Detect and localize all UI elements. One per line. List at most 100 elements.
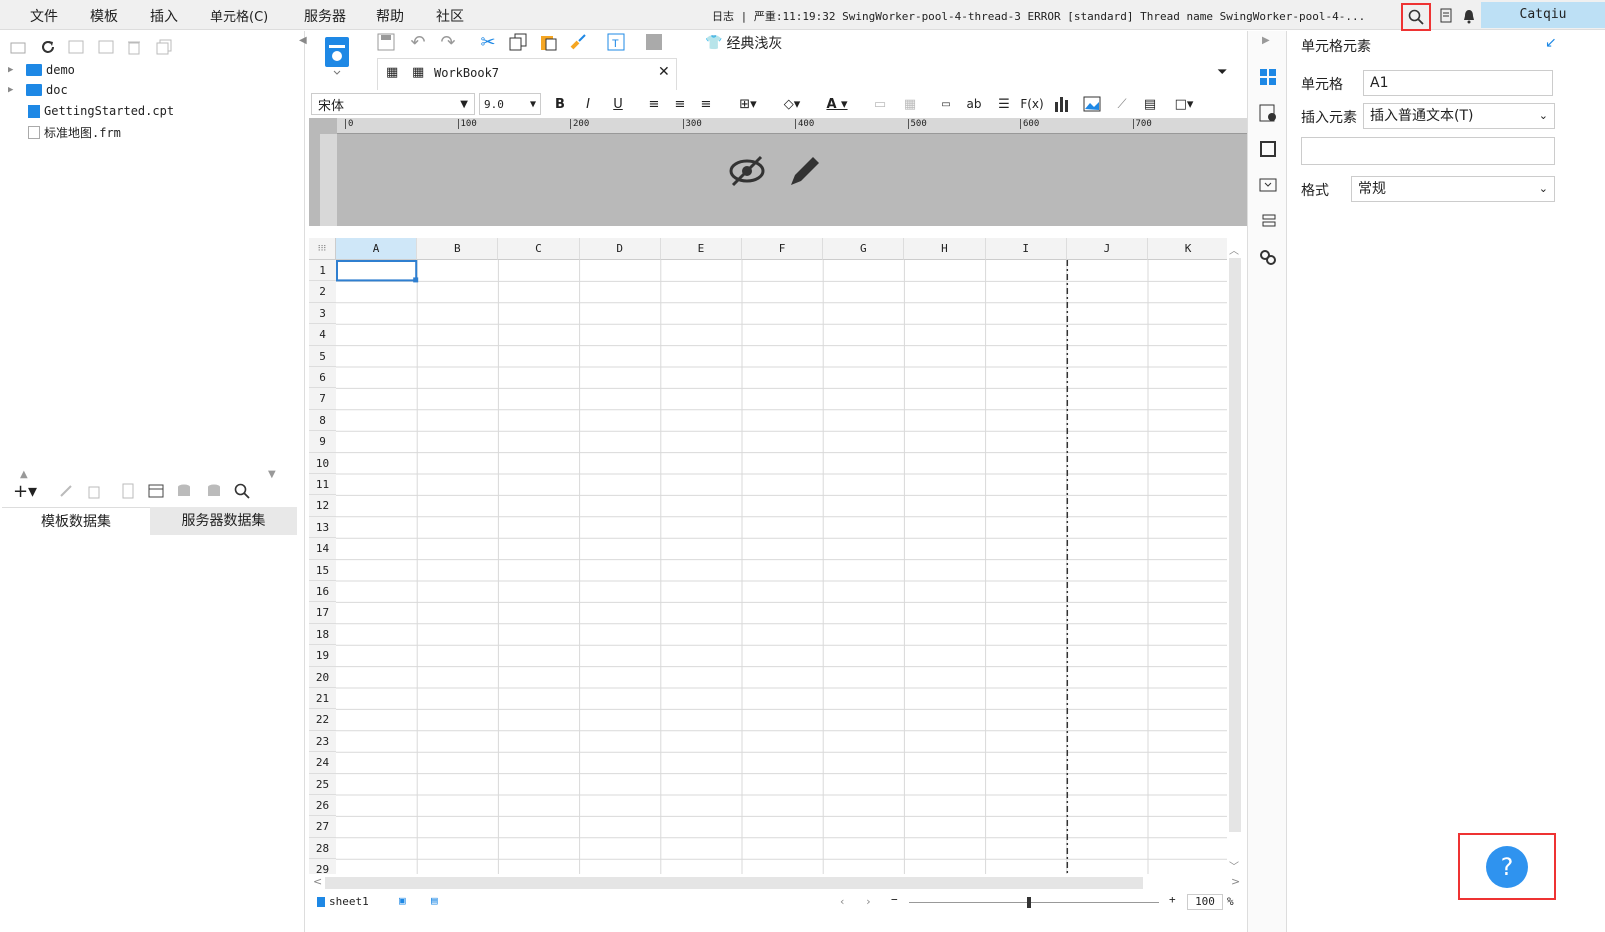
column-header-G[interactable]: G <box>823 238 905 260</box>
template-preview-button[interactable] <box>323 35 351 75</box>
chart-button[interactable] <box>1051 93 1073 115</box>
format-painter-button[interactable] <box>567 31 589 53</box>
cut-button[interactable]: ✂ <box>477 31 499 53</box>
search-button[interactable] <box>1401 3 1431 31</box>
undo-button[interactable]: ↶ <box>407 31 429 53</box>
insert-text-button[interactable]: T <box>605 31 627 53</box>
row-header-27[interactable]: 27 <box>309 816 336 838</box>
log-message[interactable]: 日志 | 严重:11:19:32 SwingWorker-pool-4-thre… <box>712 8 1392 24</box>
prev-sheet-icon[interactable]: ‹ <box>839 895 846 908</box>
row-header-14[interactable]: 14 <box>309 538 336 560</box>
column-header-K[interactable]: K <box>1148 238 1227 260</box>
row-header-5[interactable]: 5 <box>309 345 336 367</box>
row-header-28[interactable]: 28 <box>309 837 336 860</box>
image-button[interactable] <box>1081 93 1103 115</box>
delete-button[interactable] <box>124 37 144 57</box>
align-left-button[interactable]: ≡ <box>643 93 665 115</box>
italic-button[interactable]: I <box>577 93 599 115</box>
row-header-1[interactable]: 1 <box>309 260 336 282</box>
select-all-icon[interactable]: ⁝⁝⁝ <box>309 238 336 260</box>
align-center-button[interactable]: ≡ <box>669 93 691 115</box>
cell-address-field[interactable]: A1 <box>1363 70 1553 96</box>
row-header-26[interactable]: 26 <box>309 795 336 817</box>
column-header-F[interactable]: F <box>742 238 824 260</box>
scroll-up-icon[interactable]: ︿ <box>1229 242 1239 257</box>
row-header-2[interactable]: 2 <box>309 281 336 303</box>
paste-button[interactable] <box>537 31 559 53</box>
row-header-25[interactable]: 25 <box>309 773 336 795</box>
font-name-select[interactable]: 宋体 ▼ <box>311 93 475 115</box>
db-connect-button[interactable] <box>174 481 194 501</box>
horizontal-scrollbar[interactable]: < > <box>309 874 1245 892</box>
preview-dataset-button[interactable] <box>118 481 138 501</box>
add-dataset-button[interactable]: +▾ <box>12 481 38 502</box>
column-header-H[interactable]: H <box>904 238 986 260</box>
tab-menu-icon[interactable]: ⏷ <box>1217 65 1227 80</box>
tab-workbook[interactable]: ▦ ▦ WorkBook7 ✕ <box>377 58 677 90</box>
menu-server[interactable]: 服务器 <box>304 6 346 26</box>
cell-grid[interactable] <box>336 260 1227 874</box>
notes-button[interactable] <box>1437 6 1457 26</box>
row-header-13[interactable]: 13 <box>309 516 336 539</box>
tree-item-getting-started[interactable]: GettingStarted.cpt <box>28 104 174 118</box>
insert-input-button[interactable]: ▭ <box>935 93 957 115</box>
widget-tab[interactable] <box>1256 173 1280 197</box>
add-sheet-button[interactable]: ▣ <box>399 894 406 907</box>
cell-content-input[interactable] <box>1301 137 1555 165</box>
splitter-up-icon[interactable]: ▲ <box>20 469 28 480</box>
slash-button[interactable]: ⟋ <box>1111 93 1133 115</box>
insert-element-select[interactable]: 插入普通文本(T) ⌄ <box>1363 103 1555 129</box>
column-header-A[interactable]: A <box>336 238 418 260</box>
theme-selector[interactable]: 👕 经典浅灰 <box>705 33 782 53</box>
vertical-scrollbar[interactable]: ︿ ﹀ <box>1227 238 1245 874</box>
row-header-22[interactable]: 22 <box>309 709 336 731</box>
row-header-24[interactable]: 24 <box>309 752 336 774</box>
row-header-11[interactable]: 11 <box>309 474 336 496</box>
bold-button[interactable]: B <box>549 93 571 115</box>
row-header-18[interactable]: 18 <box>309 623 336 646</box>
row-header-9[interactable]: 9 <box>309 431 336 453</box>
delete-dataset-button[interactable] <box>84 481 104 501</box>
insert-text-button[interactable]: ab <box>963 93 985 115</box>
row-header-7[interactable]: 7 <box>309 388 336 410</box>
tab-template-dataset[interactable]: 模板数据集 <box>2 507 150 535</box>
collapse-right-icon[interactable]: ▶ <box>1262 35 1270 46</box>
splitter-down-icon[interactable]: ▼ <box>268 469 276 480</box>
row-header-4[interactable]: 4 <box>309 324 336 346</box>
pin-icon[interactable]: ↙ <box>1545 35 1557 51</box>
sub-report-button[interactable]: ▤ <box>1139 93 1161 115</box>
font-color-button[interactable]: A ▾ <box>817 93 857 115</box>
scroll-thumb[interactable] <box>1229 258 1241 832</box>
refresh-button[interactable] <box>38 37 58 57</box>
column-header-B[interactable]: B <box>417 238 499 260</box>
disabled-tool-button[interactable] <box>643 31 665 53</box>
scroll-down-icon[interactable]: ﹀ <box>1229 858 1239 873</box>
row-header-15[interactable]: 15 <box>309 559 336 581</box>
row-header-21[interactable]: 21 <box>309 688 336 710</box>
column-header-I[interactable]: I <box>985 238 1067 260</box>
underline-button[interactable]: U <box>607 93 629 115</box>
tree-item-standard-map[interactable]: 标准地图.frm <box>28 124 121 141</box>
column-header-C[interactable]: C <box>498 238 580 260</box>
sheet-tab[interactable]: sheet1 <box>317 895 369 908</box>
scroll-right-icon[interactable]: > <box>1231 875 1240 888</box>
float-element-tab[interactable] <box>1256 137 1280 161</box>
spreadsheet-grid[interactable]: ⁝⁝⁝ ABCDEFGHIJK 1 2 3 4 5 6 7 8 9 10 11 12 13 14 15 16 1… <box>309 238 1227 874</box>
formula-button[interactable]: F(x) <box>1020 93 1043 115</box>
notification-button[interactable] <box>1459 6 1479 26</box>
row-header-29[interactable]: 29 <box>309 859 336 874</box>
next-sheet-icon[interactable]: › <box>865 895 872 908</box>
hyperlink-tab[interactable] <box>1256 245 1280 269</box>
toggle-view-button[interactable] <box>66 37 86 57</box>
row-header-23[interactable]: 23 <box>309 730 336 753</box>
menu-insert[interactable]: 插入 <box>150 6 178 26</box>
font-size-select[interactable]: 9.0 ▼ <box>479 93 541 115</box>
search-dataset-button[interactable] <box>232 481 252 501</box>
save-button[interactable] <box>375 31 397 53</box>
menu-community[interactable]: 社区 <box>436 6 464 26</box>
zoom-in-icon[interactable]: + <box>1169 893 1176 906</box>
close-tab-icon[interactable]: ✕ <box>658 64 670 80</box>
db-config-button[interactable] <box>204 481 224 501</box>
cell-element-tab[interactable] <box>1256 65 1280 89</box>
column-header-E[interactable]: E <box>660 238 742 260</box>
